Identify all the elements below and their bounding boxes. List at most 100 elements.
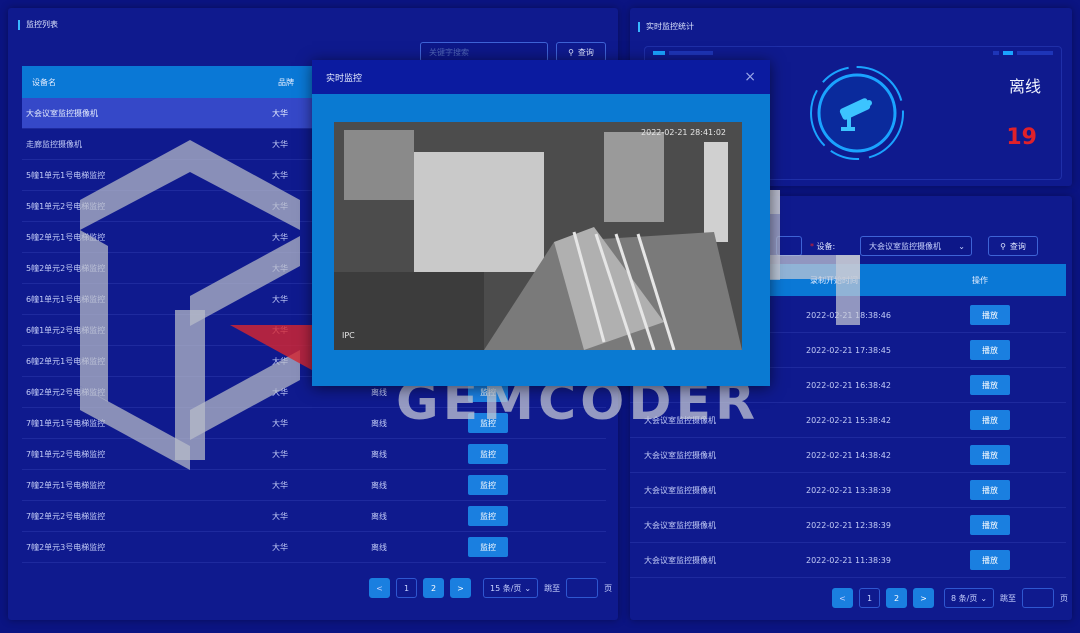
page-size-select[interactable]: 15 条/页 ⌄ (483, 578, 539, 598)
page-1-button[interactable]: 1 (396, 578, 417, 598)
page-1-button[interactable]: 1 (859, 588, 880, 608)
device-brand: 大华 (272, 139, 288, 149)
device-select[interactable]: 大会议室监控摄像机 ⌄ (860, 236, 972, 256)
device-brand: 大华 (272, 387, 288, 397)
pagination: < 1 2 > 15 条/页 ⌄ 跳至 页 (369, 578, 612, 598)
search-button[interactable]: ⚲ 查询 (556, 42, 606, 62)
device-name: 7幢2单元1号电梯监控 (26, 480, 106, 490)
device-brand: 大华 (272, 263, 288, 273)
prev-page-button[interactable]: < (832, 588, 853, 608)
device-brand: 大华 (272, 542, 288, 552)
device-name: 7幢2单元2号电梯监控 (26, 511, 106, 521)
device-filter-label-text: 设备: (816, 242, 836, 251)
live-monitor-modal: 实时监控 × 2022-02-21 28:41:02 IPC (312, 60, 770, 386)
chevron-down-icon: ⌄ (980, 593, 988, 603)
play-button[interactable]: 播放 (970, 340, 1010, 360)
play-button[interactable]: 播放 (970, 410, 1010, 430)
modal-body: 2022-02-21 28:41:02 IPC (312, 94, 770, 386)
device-brand: 大华 (272, 108, 288, 118)
jump-input[interactable] (566, 578, 599, 598)
record-time: 2022-02-21 17:38:45 (806, 345, 891, 355)
video-channel-label: IPC (342, 331, 355, 340)
device-brand: 大华 (272, 511, 288, 521)
device-name: 5幢1单元2号电梯监控 (26, 201, 106, 211)
record-time: 2022-02-21 13:38:39 (806, 485, 891, 495)
device-name: 7幢2单元3号电梯监控 (26, 542, 106, 552)
required-star-icon: * (810, 242, 814, 251)
device-status: 离线 (371, 449, 387, 459)
panel-title: 监控列表 (18, 20, 58, 30)
table-row[interactable]: 7幢2单元3号电梯监控 大华 离线 监控 (22, 532, 606, 563)
device-status: 离线 (371, 418, 387, 428)
record-row: 大会议室监控摄像机 2022-02-21 11:38:39 播放 (630, 543, 1066, 578)
close-icon[interactable]: × (744, 69, 756, 85)
device-name: 5幢1单元1号电梯监控 (26, 170, 106, 180)
chevron-down-icon: ⌄ (958, 242, 965, 251)
record-row: 大会议室监控摄像机 2022-02-21 14:38:42 播放 (630, 438, 1066, 473)
play-button[interactable]: 播放 (970, 375, 1010, 395)
jump-label: 跳至 (544, 583, 561, 593)
device-brand: 大华 (272, 294, 288, 304)
modal-header: 实时监控 × (312, 60, 770, 94)
device-name: 6幢2单元1号电梯监控 (26, 356, 106, 366)
search-input[interactable]: 关键字搜索 (420, 42, 548, 62)
page-2-button[interactable]: 2 (886, 588, 907, 608)
device-brand: 大华 (272, 356, 288, 366)
table-row[interactable]: 7幢2单元2号电梯监控 大华 离线 监控 (22, 501, 606, 532)
play-button[interactable]: 播放 (970, 550, 1010, 570)
card-decor-right (993, 51, 1053, 55)
device-name: 6幢2单元2号电梯监控 (26, 387, 106, 397)
record-time: 2022-02-21 18:38:46 (806, 310, 891, 320)
video-player[interactable]: 2022-02-21 28:41:02 IPC (334, 122, 742, 350)
device-name: 5幢2单元2号电梯监控 (26, 263, 106, 273)
play-button[interactable]: 播放 (970, 515, 1010, 535)
play-button[interactable]: 播放 (970, 480, 1010, 500)
device-status: 离线 (371, 480, 387, 490)
monitor-button[interactable]: 监控 (468, 537, 508, 557)
next-page-button[interactable]: > (913, 588, 934, 608)
monitor-button[interactable]: 监控 (468, 506, 508, 526)
page-2-button[interactable]: 2 (423, 578, 444, 598)
offline-label: 离线 (1008, 77, 1041, 96)
device-brand: 大华 (272, 325, 288, 335)
device-status: 离线 (371, 542, 387, 552)
page-suffix: 页 (604, 583, 613, 593)
record-row: 大会议室监控摄像机 2022-02-21 12:38:39 播放 (630, 508, 1066, 543)
device-brand: 大华 (272, 232, 288, 242)
device-status: 离线 (371, 387, 387, 397)
prev-page-button[interactable]: < (369, 578, 390, 598)
device-name: 7幢1单元2号电梯监控 (26, 449, 106, 459)
device-brand: 大华 (272, 449, 288, 459)
modal-title: 实时监控 (326, 73, 363, 84)
table-row[interactable]: 7幢1单元2号电梯监控 大华 离线 监控 (22, 439, 606, 470)
records-pagination: < 1 2 > 8 条/页 ⌄ 跳至 页 (832, 588, 1068, 608)
device-name: 大会议室监控摄像机 (26, 108, 98, 118)
record-time: 2022-02-21 14:38:42 (806, 450, 891, 460)
record-device: 大会议室监控摄像机 (644, 555, 716, 565)
card-decor-left (653, 51, 713, 55)
play-button[interactable]: 播放 (970, 445, 1010, 465)
record-time: 2022-02-21 12:38:39 (806, 520, 891, 530)
record-time: 2022-02-21 15:38:42 (806, 415, 891, 425)
video-timestamp: 2022-02-21 28:41:02 (641, 128, 726, 137)
offline-count: 19 (1006, 125, 1037, 150)
device-name: 5幢2单元1号电梯监控 (26, 232, 106, 242)
device-brand: 大华 (272, 170, 288, 180)
col-device-name: 设备名 (32, 77, 56, 87)
table-row[interactable]: 7幢2单元1号电梯监控 大华 离线 监控 (22, 470, 606, 501)
record-device: 大会议室监控摄像机 (644, 485, 716, 495)
next-page-button[interactable]: > (450, 578, 471, 598)
monitor-button[interactable]: 监控 (468, 444, 508, 464)
device-name: 7幢1单元1号电梯监控 (26, 418, 106, 428)
play-button[interactable]: 播放 (970, 305, 1010, 325)
jump-input[interactable] (1022, 588, 1055, 608)
device-brand: 大华 (272, 201, 288, 211)
record-device: 大会议室监控摄像机 (644, 520, 716, 530)
records-search-button[interactable]: ⚲ 查询 (988, 236, 1038, 256)
page-size-select[interactable]: 8 条/页 ⌄ (944, 588, 995, 608)
device-filter-label: * 设备: (810, 241, 835, 252)
device-name: 走廊监控摄像机 (26, 139, 82, 149)
record-time: 2022-02-21 11:38:39 (806, 555, 891, 565)
monitor-button[interactable]: 监控 (468, 475, 508, 495)
time-range-input[interactable] (776, 236, 802, 256)
